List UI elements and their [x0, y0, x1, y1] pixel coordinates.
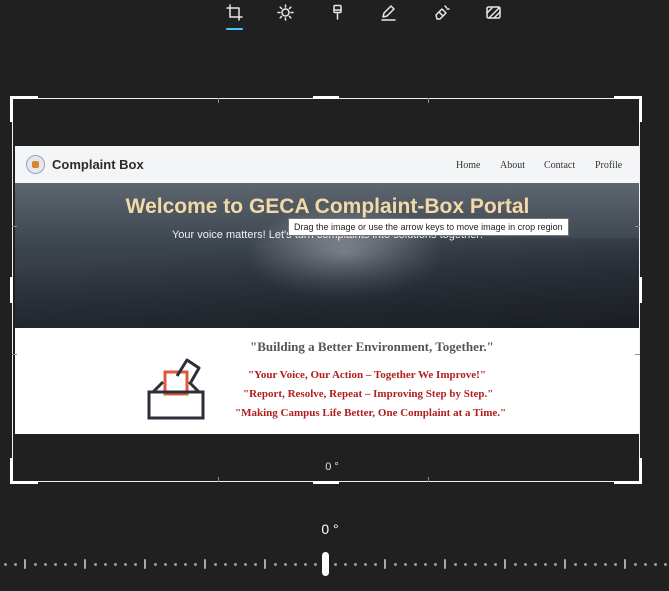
ruler-tick [384, 559, 386, 569]
ruler-dot [573, 563, 577, 566]
ruler-dot [173, 563, 177, 566]
ruler-dot [303, 563, 307, 566]
ruler-dot [413, 563, 417, 566]
grid-tick [12, 226, 17, 227]
brightness-icon [276, 3, 294, 21]
editor-toolbar [0, 0, 669, 36]
ruler-dot [473, 563, 477, 566]
ruler-dot [523, 563, 527, 566]
ruler-dot [293, 563, 297, 566]
grid-tick [635, 226, 640, 227]
ruler-dot [163, 563, 167, 566]
erase-icon [434, 4, 450, 20]
ruler-dot [403, 563, 407, 566]
ruler-dot [283, 563, 287, 566]
adjustment-tool-button[interactable] [274, 2, 296, 22]
ruler-tick [84, 559, 86, 569]
ruler-tick [144, 559, 146, 569]
ruler-tick [564, 559, 566, 569]
ruler-dot [183, 563, 187, 566]
active-tool-indicator [226, 28, 243, 30]
crop-tool-button[interactable] [223, 2, 245, 22]
background-tool-button[interactable] [482, 2, 504, 22]
ruler-tick [264, 559, 266, 569]
ruler-tick [204, 559, 206, 569]
grid-tick [428, 477, 429, 482]
ruler-tick [24, 559, 26, 569]
crop-handle-bottom[interactable] [313, 481, 339, 484]
ruler-dot [223, 563, 227, 566]
ruler-dot [593, 563, 597, 566]
rotation-angle-label: 0 ° [321, 521, 339, 537]
ruler-tick [444, 559, 446, 569]
ruler-dot [3, 563, 7, 566]
crop-icon [225, 3, 243, 21]
ruler-dot [493, 563, 497, 566]
ruler-dot [353, 563, 357, 566]
grid-tick [218, 477, 219, 482]
ruler-dot [53, 563, 57, 566]
ruler-dot [333, 563, 337, 566]
rotation-angle-overlay: 0 ° [325, 461, 339, 473]
grid-tick [635, 354, 640, 355]
ruler-dot [483, 563, 487, 566]
ruler-dot [63, 563, 67, 566]
ruler-dot [73, 563, 77, 566]
ruler-dot [193, 563, 197, 566]
ruler-dot [533, 563, 537, 566]
crop-handle-top[interactable] [313, 96, 339, 99]
ruler-dot [153, 563, 157, 566]
ruler-dot [543, 563, 547, 566]
filter-brush-icon [332, 4, 342, 20]
ruler-dot [633, 563, 637, 566]
ruler-dot [43, 563, 47, 566]
draw-pen-icon [380, 4, 396, 21]
ruler-dot [663, 563, 667, 566]
ruler-dot [603, 563, 607, 566]
ruler-dot [33, 563, 37, 566]
crop-frame [12, 98, 640, 482]
ruler-dot [373, 563, 377, 566]
ruler-dot [253, 563, 257, 566]
ruler-dot [453, 563, 457, 566]
ruler-dot [243, 563, 247, 566]
ruler-dot [93, 563, 97, 566]
ruler-dot [313, 563, 317, 566]
ruler-dot [613, 563, 617, 566]
grid-tick [12, 354, 17, 355]
ruler-dot [113, 563, 117, 566]
ruler-dot [463, 563, 467, 566]
ruler-tick [624, 559, 626, 569]
ruler-dot [433, 563, 437, 566]
rotation-slider-thumb[interactable] [322, 552, 329, 576]
ruler-dot [123, 563, 127, 566]
crop-handle-right[interactable] [639, 277, 642, 303]
ruler-dot [513, 563, 517, 566]
grid-tick [428, 98, 429, 103]
crop-handle-left[interactable] [10, 277, 13, 303]
markup-tool-button[interactable] [377, 2, 399, 22]
ruler-dot [393, 563, 397, 566]
ruler-dot [233, 563, 237, 566]
grid-tick [218, 98, 219, 103]
rotation-slider[interactable] [0, 552, 669, 578]
ruler-dot [653, 563, 657, 566]
ruler-dot [643, 563, 647, 566]
ruler-dot [273, 563, 277, 566]
ruler-dot [343, 563, 347, 566]
background-blur-icon [485, 5, 501, 19]
ruler-dot [553, 563, 557, 566]
ruler-dot [363, 563, 367, 566]
ruler-dot [13, 563, 17, 566]
erase-tool-button[interactable] [430, 2, 452, 22]
ruler-dot [133, 563, 137, 566]
filter-tool-button[interactable] [326, 2, 348, 22]
ruler-dot [583, 563, 587, 566]
ruler-dot [103, 563, 107, 566]
ruler-dot [213, 563, 217, 566]
ruler-dot [423, 563, 427, 566]
ruler-tick [504, 559, 506, 569]
